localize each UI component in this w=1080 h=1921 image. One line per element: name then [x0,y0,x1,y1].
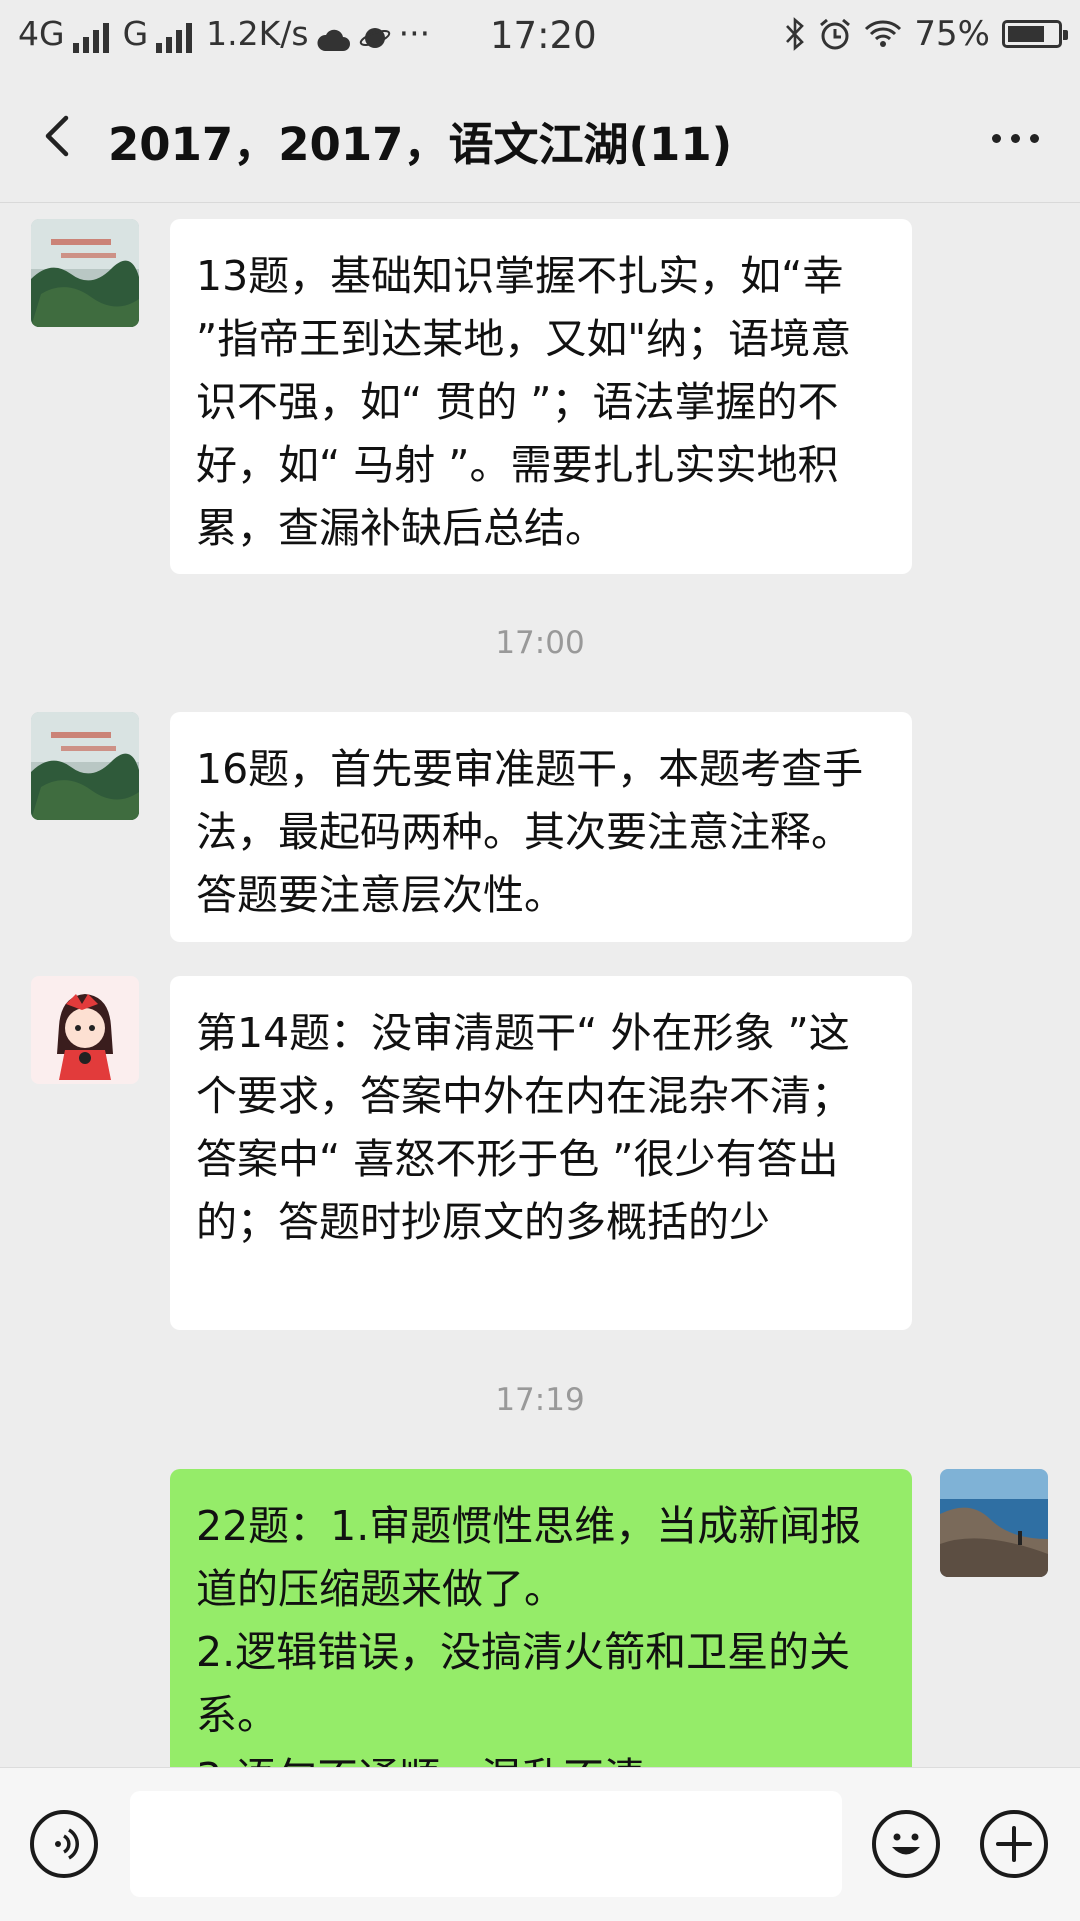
wifi-icon [865,20,902,47]
bluetooth-icon [786,17,805,51]
chat-header: 2017，2017，语文江湖(11) [0,76,1080,203]
seaside-photo-avatar[interactable] [940,1469,1048,1577]
back-arrow-icon[interactable] [30,106,90,166]
landscape-photo-avatar[interactable] [31,712,139,820]
plus-icon [996,1826,1032,1862]
battery-percent: 75% [914,14,990,54]
status-bar: 4G G 1.2K/s ··· 17:20 75% [0,0,1080,76]
planet-icon [359,28,390,48]
voice-icon [55,1828,79,1860]
chat-title: 2017，2017，语文江湖(11) [108,118,733,171]
network-speed: 1.2K/s [206,14,309,53]
status-right: 75% [784,14,1068,54]
network-type-2: G [122,14,149,53]
battery-icon [1002,20,1068,48]
emoji-button[interactable] [872,1810,940,1878]
cartoon-girl-avatar[interactable] [31,976,139,1084]
network-type-1: 4G [18,14,65,53]
cloud-icon [317,29,350,51]
more-status-indicator: ··· [398,14,431,53]
message-bubble[interactable]: 16题，首先要审准题干，本题考查手法，最起码两种。其次要注意注释。答题要注意层次… [170,712,912,942]
message-bubble[interactable]: 13题，基础知识掌握不扎实，如“幸 ”指帝王到达某地，又如"纳；语境意识不强，如… [170,219,912,574]
message-bubble[interactable]: 第14题：没审清题干“ 外在形象 ”这个要求，答案中外在内在混杂不清；答案中“ … [170,976,912,1330]
signal-icon [72,23,109,53]
emoji-icon [892,1833,920,1855]
plus-button[interactable] [980,1810,1048,1878]
input-bar [0,1767,1080,1921]
message-input[interactable] [130,1791,842,1897]
landscape-photo-avatar[interactable] [31,219,139,327]
timestamp: 17:19 [495,1382,585,1418]
timestamp: 17:00 [495,625,585,661]
more-options-icon[interactable] [980,108,1050,168]
alarm-icon [820,18,851,50]
status-time: 17:20 [490,14,597,57]
voice-button[interactable] [30,1810,98,1878]
signal-icon [156,23,193,53]
status-left: 4G G 1.2K/s ··· [18,14,430,53]
